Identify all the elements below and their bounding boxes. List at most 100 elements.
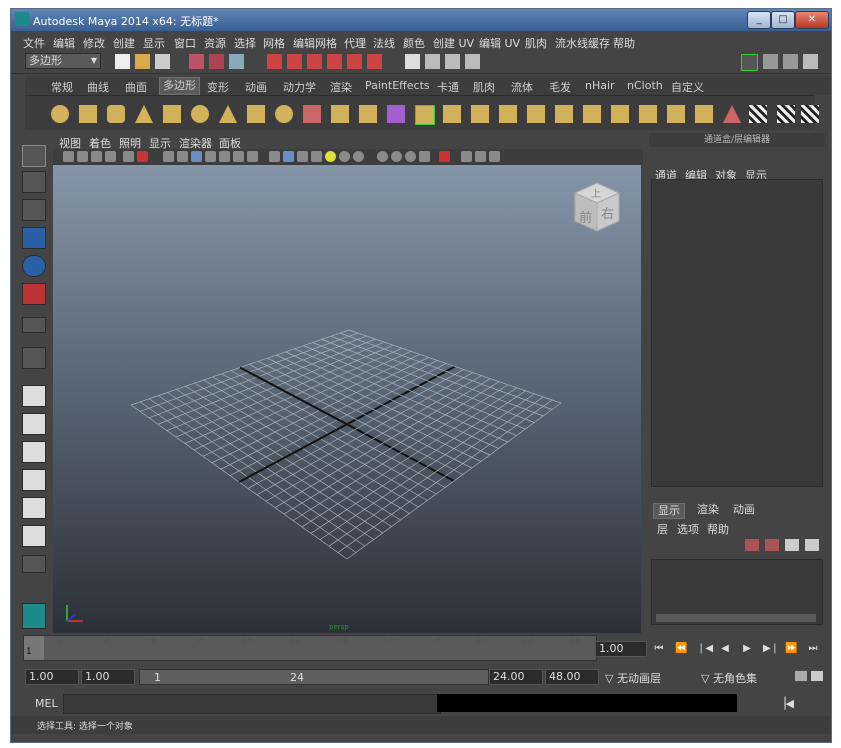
play-backward-icon[interactable]: ◀ <box>719 643 731 655</box>
menu-display[interactable]: 显示 <box>143 35 165 51</box>
render-view-icon[interactable] <box>405 54 420 69</box>
layer-editor-toggle-icon[interactable] <box>803 54 818 69</box>
xray-joints-icon[interactable] <box>461 151 472 162</box>
end-time-field[interactable]: 48.00 <box>545 669 599 685</box>
menu-pipeline-cache[interactable]: 流水线缓存 <box>555 35 610 51</box>
select-by-component-icon[interactable] <box>229 54 244 69</box>
persp-hypershade-layout-icon[interactable] <box>22 497 46 519</box>
shelf-tab-surfaces[interactable]: 曲面 <box>125 79 147 95</box>
menu-color[interactable]: 颜色 <box>403 35 425 51</box>
step-forward-frame-icon[interactable]: ▶❘ <box>763 643 779 655</box>
snap-view-plane-icon[interactable] <box>327 54 342 69</box>
shelf-tab-curves[interactable]: 曲线 <box>87 79 109 95</box>
lasso-tool-icon[interactable] <box>22 171 46 193</box>
offset-edge-loop-icon[interactable] <box>555 105 573 123</box>
shelf-tab-animation[interactable]: 动画 <box>245 79 267 95</box>
move-layer-down-icon[interactable] <box>805 539 819 551</box>
select-camera-icon[interactable] <box>63 151 74 162</box>
smooth-icon[interactable] <box>359 105 377 123</box>
select-by-hierarchy-icon[interactable] <box>189 54 204 69</box>
shelf-tab-rendering[interactable]: 渲染 <box>330 79 352 95</box>
persp-graph-layout-icon[interactable] <box>22 469 46 491</box>
menuset-dropdown[interactable]: 多边形 ▼ <box>25 53 101 69</box>
xray-active-icon[interactable] <box>475 151 486 162</box>
step-back-frame-icon[interactable]: ❘◀ <box>697 643 713 655</box>
render-settings-icon[interactable] <box>465 54 480 69</box>
shelf-tab-polygons[interactable]: 多边形 <box>159 77 200 95</box>
wireframe-icon[interactable] <box>269 151 280 162</box>
menu-normals[interactable]: 法线 <box>373 35 395 51</box>
rotate-tool-icon[interactable] <box>22 255 46 277</box>
menu-edit-mesh[interactable]: 编辑网格 <box>293 35 337 51</box>
save-scene-icon[interactable] <box>155 54 170 69</box>
close-button[interactable]: ✕ <box>795 11 829 29</box>
poly-plane-icon[interactable] <box>163 105 181 123</box>
poly-sphere-icon[interactable] <box>51 105 69 123</box>
snap-live-icon[interactable] <box>347 54 362 69</box>
smooth-proxy-icon[interactable] <box>387 105 405 123</box>
layer-tab-render[interactable]: 渲染 <box>693 503 723 517</box>
insert-edge-loop-icon[interactable] <box>527 105 545 123</box>
mel-command-input[interactable] <box>63 694 441 714</box>
layer-tab-anim[interactable]: 动画 <box>729 503 759 517</box>
poly-cone-icon[interactable] <box>135 105 153 123</box>
layer-menu-help[interactable]: 帮助 <box>707 521 729 537</box>
step-forward-key-icon[interactable]: ⏩ <box>785 643 797 655</box>
move-layer-up-icon[interactable] <box>785 539 799 551</box>
poly-torus-icon[interactable] <box>191 105 209 123</box>
perspective-viewport[interactable]: 上 前 右 persp <box>53 165 641 633</box>
shelf-tab-dynamics[interactable]: 动力学 <box>283 79 316 95</box>
film-gate-icon[interactable] <box>177 151 188 162</box>
last-tool-icon[interactable] <box>22 347 46 369</box>
wedge-icon[interactable] <box>639 105 657 123</box>
snap-curve-icon[interactable] <box>287 54 302 69</box>
single-perspective-layout-icon[interactable] <box>22 385 46 407</box>
motion-blur-icon[interactable] <box>377 151 388 162</box>
screen-space-ao-icon[interactable] <box>353 151 364 162</box>
poly-soccer-ball-icon[interactable] <box>275 105 293 123</box>
snap-point-icon[interactable] <box>307 54 322 69</box>
xray-icon[interactable] <box>419 151 430 162</box>
camera-attributes-icon[interactable] <box>77 151 88 162</box>
poly-cube-icon[interactable] <box>79 105 97 123</box>
layer-menu-options[interactable]: 选项 <box>677 521 699 537</box>
mel-label[interactable]: MEL <box>35 697 58 710</box>
playback-start-field[interactable]: 1.00 <box>81 669 135 685</box>
move-tool-icon[interactable] <box>22 227 46 249</box>
multisample-aa-icon[interactable] <box>391 151 402 162</box>
cone-tool-icon[interactable] <box>723 105 741 123</box>
shelf-tab-nhair[interactable]: nHair <box>585 79 615 92</box>
textured-icon[interactable] <box>311 151 322 162</box>
append-polygon-icon[interactable] <box>471 105 489 123</box>
2d-pan-zoom-icon[interactable] <box>123 151 134 162</box>
wireframe-on-shaded-icon[interactable] <box>297 151 308 162</box>
shelf-tab-muscle[interactable]: 肌肉 <box>473 79 495 95</box>
gate-mask-icon[interactable] <box>205 151 216 162</box>
scale-tool-icon[interactable] <box>22 283 46 305</box>
layer-list-scrollbar[interactable] <box>656 614 816 622</box>
layout-menu-button[interactable] <box>22 555 46 573</box>
separate-icon[interactable] <box>331 105 349 123</box>
render-current-frame-icon[interactable] <box>425 54 440 69</box>
extrude-icon[interactable] <box>415 105 435 125</box>
attribute-editor-toggle-icon[interactable] <box>741 54 758 71</box>
tool-settings-toggle-icon[interactable] <box>763 54 778 69</box>
menu-assets[interactable]: 资源 <box>204 35 226 51</box>
manipulator-tool-icon[interactable] <box>22 317 46 333</box>
resolution-gate-icon[interactable] <box>191 151 202 162</box>
character-set-dropdown[interactable]: ▽ 无角色集 <box>701 670 757 686</box>
minimize-button[interactable]: _ <box>747 11 771 29</box>
isolate-select-icon[interactable] <box>439 151 450 162</box>
persp-graph-hypergraph-layout-icon[interactable] <box>22 525 46 547</box>
depth-of-field-icon[interactable] <box>405 151 416 162</box>
image-plane-icon[interactable] <box>105 151 116 162</box>
select-tool-icon[interactable] <box>22 145 46 167</box>
merge-icon[interactable] <box>583 105 601 123</box>
new-layer-icon[interactable] <box>745 539 759 551</box>
menu-help[interactable]: 帮助 <box>613 35 635 51</box>
hud-icon[interactable] <box>489 151 500 162</box>
shelf-tab-painteffects[interactable]: PaintEffects <box>365 79 430 92</box>
shelf-tab-ncloth[interactable]: nCloth <box>627 79 663 92</box>
spherical-mapping-icon[interactable] <box>801 105 819 123</box>
split-polygon-icon[interactable] <box>499 105 517 123</box>
